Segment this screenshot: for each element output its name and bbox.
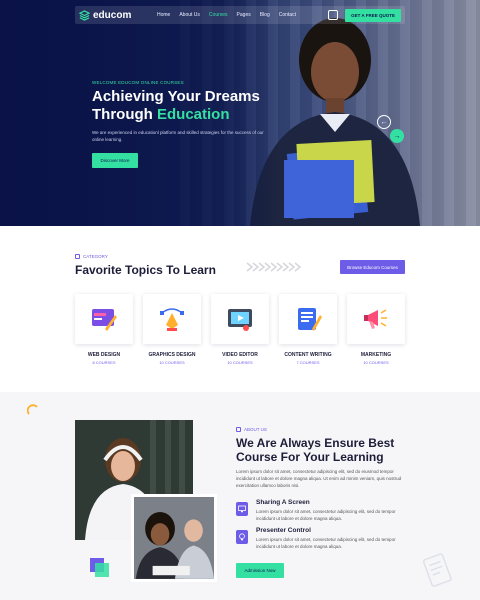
topic-count: 7 COURSES: [296, 360, 320, 365]
logo-text: educom: [93, 9, 132, 21]
topic-card-box: [211, 294, 269, 344]
hero-title: Achieving Your Dreams Through Education: [92, 88, 292, 124]
hero-description: We are experienced in educationl platfor…: [92, 130, 264, 142]
feature-text: Lorem ipsum dolor sit amet, consectetur …: [256, 537, 396, 549]
mint-square-decoration: [95, 563, 109, 577]
graphics-design-icon: [160, 308, 184, 331]
topic-name: VIDEO EDITOR: [222, 352, 258, 358]
topic-count: 10 COURSES: [227, 360, 253, 365]
category-icon: [75, 254, 80, 259]
about-section: ABOUT US We Are Always Ensure Best Cours…: [0, 392, 480, 600]
top-navbar: educom Home About Us Courses Pages Blog …: [75, 6, 405, 24]
web-design-icon: [92, 309, 117, 331]
hero-kicker: WELCOME EDUCOM ONLINE COURSES: [92, 80, 184, 85]
topic-name: WEB DESIGN: [87, 352, 121, 358]
topic-card-content-writing[interactable]: CONTENT WRITING 7 COURSES: [279, 294, 337, 365]
bulb-icon: [239, 533, 245, 541]
about-kicker-text: ABOUT US: [244, 427, 267, 432]
feature-text: Lorem ipsum dolor sit amet, consectetur …: [256, 509, 396, 521]
topic-count: 10 COURSES: [363, 360, 389, 365]
feature-presenter-control: Presenter Control Lorem ipsum dolor sit …: [236, 527, 406, 550]
cart-icon[interactable]: [328, 10, 339, 20]
hero-title-line2: Through: [92, 106, 153, 123]
browse-courses-button[interactable]: Browse Educom Courses: [340, 260, 405, 274]
monitor-icon: [238, 505, 246, 513]
topic-card-web-design[interactable]: WEB DESIGN 8 COURSES: [75, 294, 133, 365]
free-quote-button[interactable]: GET A FREE QUOTE: [345, 8, 401, 22]
topic-card-video-editor[interactable]: VIDEO EDITOR 10 COURSES: [211, 294, 269, 365]
feature-title: Sharing A Screen: [256, 499, 310, 506]
arc-decoration-icon: [27, 404, 38, 415]
topic-card-graphics-design[interactable]: GRAPHICS DESIGN 10 COURSES: [143, 294, 201, 365]
slider-prev-arrow-icon[interactable]: ←: [377, 115, 391, 129]
hero-section: educom Home About Us Courses Pages Blog …: [0, 0, 480, 226]
topics-section: CATEGORY Favorite Topics To Learn Browse…: [0, 226, 480, 392]
nav-item-about[interactable]: About Us: [179, 12, 200, 18]
topics-title: Favorite Topics To Learn: [75, 263, 216, 277]
topic-card-box: [75, 294, 133, 344]
topic-card-box: [347, 294, 405, 344]
nav-item-contact[interactable]: Contact: [279, 12, 296, 18]
category-kicker-text: CATEGORY: [83, 254, 108, 259]
feature-sharing-screen: Sharing A Screen Lorem ipsum dolor sit a…: [236, 499, 406, 522]
nav-item-courses[interactable]: Courses: [209, 12, 228, 18]
about-description: Lorem ipsum dolor sit amet, consectetur …: [236, 469, 402, 488]
feature-icon-box: [236, 530, 248, 544]
about-kicker-icon: [236, 427, 241, 432]
topic-cards: WEB DESIGN 8 COURSES GRAPHICS DESIGN 10 …: [75, 294, 405, 365]
about-title: We Are Always Ensure Best Course For You…: [236, 436, 395, 464]
chevron-decoration-icon: [246, 262, 302, 272]
nav-item-home[interactable]: Home: [157, 12, 170, 18]
feature-icon-box: [236, 502, 248, 516]
about-kicker: ABOUT US: [236, 427, 267, 432]
about-tutor-image: [131, 494, 217, 582]
topic-count: 10 COURSES: [159, 360, 185, 365]
hero-title-accent: Education: [157, 106, 230, 123]
document-decoration-icon: [422, 553, 452, 587]
hero-title-line1: Achieving Your Dreams: [92, 88, 260, 105]
main-menu: Home About Us Courses Pages Blog Contact: [157, 12, 328, 18]
topic-name: GRAPHICS DESIGN: [148, 352, 196, 358]
category-kicker: CATEGORY: [75, 254, 108, 259]
topic-card-box: [279, 294, 337, 344]
content-writing-icon: [298, 308, 322, 331]
brand-logo[interactable]: educom: [79, 10, 149, 21]
slider-next-arrow-icon[interactable]: →: [390, 129, 404, 143]
topic-name: MARKETING: [360, 352, 392, 358]
admission-now-button[interactable]: Admission Now: [236, 563, 284, 578]
marketing-icon: [364, 309, 387, 329]
feature-title: Presenter Control: [256, 527, 311, 534]
nav-item-blog[interactable]: Blog: [260, 12, 270, 18]
topic-count: 8 COURSES: [92, 360, 116, 365]
discover-more-button[interactable]: Discover More: [92, 153, 138, 168]
topic-name: CONTENT WRITING: [284, 352, 332, 358]
topic-card-marketing[interactable]: MARKETING 10 COURSES: [347, 294, 405, 365]
topic-card-box: [143, 294, 201, 344]
video-editor-icon: [228, 309, 252, 331]
nav-item-pages[interactable]: Pages: [237, 12, 251, 18]
logo-icon: [79, 9, 90, 21]
